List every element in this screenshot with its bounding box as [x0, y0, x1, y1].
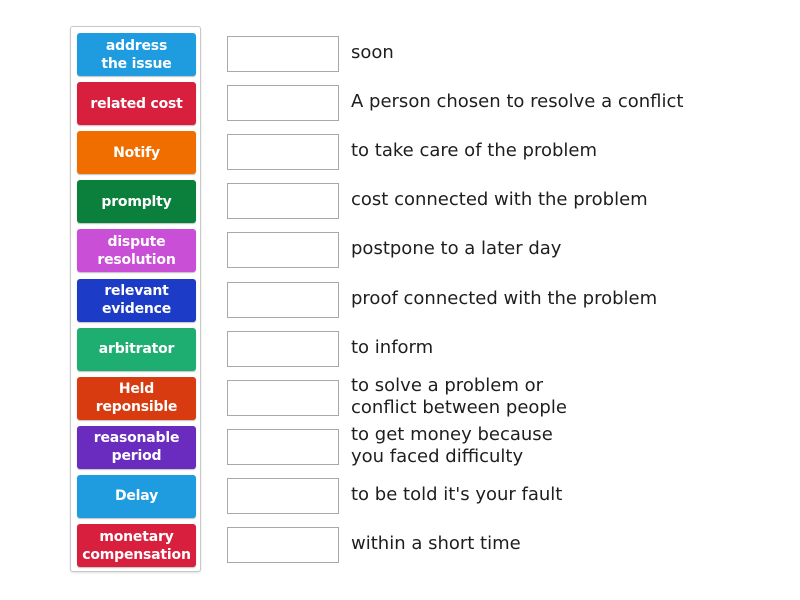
draggable-tile[interactable]: arbitrator [77, 327, 196, 371]
answer-drop-zone[interactable] [227, 85, 339, 122]
definition-text: A person chosen to resolve a conflict [351, 91, 684, 113]
definition-text: to get money because you faced difficult… [351, 423, 553, 467]
definition-text: to solve a problem or conflict between p… [351, 374, 567, 418]
answer-drop-zone[interactable] [227, 281, 339, 318]
answer-drop-zone[interactable] [227, 134, 339, 171]
draggable-tile[interactable]: promplty [77, 180, 196, 224]
tile-label: address the issue [101, 37, 172, 72]
draggable-tile[interactable]: monetary compensation [77, 524, 196, 567]
answer-drop-zone[interactable] [227, 477, 339, 514]
answer-drop-zone[interactable] [227, 527, 339, 563]
tile-label: monetary compensation [82, 528, 191, 563]
draggable-tile[interactable]: Delay [77, 474, 196, 518]
tile-label: reasonable period [93, 430, 180, 465]
answer-drop-zone[interactable] [227, 36, 339, 72]
tile-label: relevant evidence [101, 283, 172, 317]
definition-text: soon [351, 42, 394, 63]
definition-text: proof connected with the problem [351, 287, 658, 309]
tile-label: promplty [101, 193, 172, 210]
definition-text: to inform [351, 336, 434, 358]
tile-label: dispute resolution [97, 233, 176, 268]
tile-label: Held reponsible [95, 381, 178, 416]
definition-text: postpone to a later day [351, 238, 562, 260]
answer-drop-zone[interactable] [227, 379, 339, 416]
draggable-tile[interactable]: address the issue [77, 33, 196, 76]
draggable-tile[interactable]: relevant evidence [77, 278, 196, 322]
answer-drop-zone[interactable] [227, 232, 339, 269]
draggable-tile[interactable]: Held reponsible [77, 376, 196, 420]
match-up-activity: address the issue related cost Notify promp… [0, 0, 800, 600]
answer-drop-zone[interactable] [227, 183, 339, 220]
definition-text: within a short time [351, 533, 521, 554]
draggable-tile[interactable]: related cost [77, 82, 196, 126]
answer-drop-zone[interactable] [227, 428, 339, 465]
tile-panel: address the issue related cost Notify promp… [70, 26, 201, 572]
answer-drop-zone[interactable] [227, 330, 339, 367]
tile-label: Delay [114, 488, 159, 505]
definition-text: to take care of the problem [351, 140, 597, 162]
tile-label: arbitrator [98, 341, 175, 358]
draggable-tile[interactable]: reasonable period [77, 425, 196, 469]
draggable-tile[interactable]: dispute resolution [77, 229, 196, 273]
definition-text: to be told it's your fault [351, 483, 563, 505]
draggable-tile[interactable]: Notify [77, 131, 196, 175]
tile-label: related cost [90, 95, 183, 112]
definition-text: cost connected with the problem [351, 189, 648, 211]
tile-label: Notify [113, 144, 160, 161]
